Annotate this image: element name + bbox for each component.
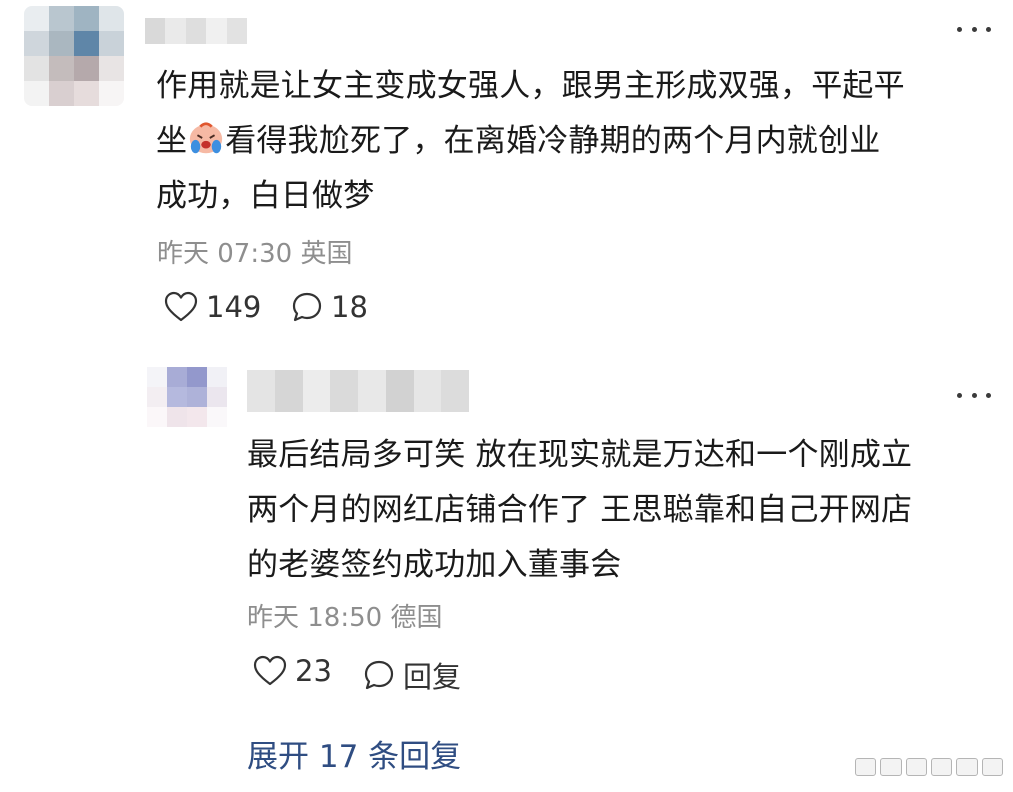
crying-face-emoji [190, 122, 223, 154]
comment-line: 坐 看得我尬死了，在离婚冷静期的两个月内就创业 [156, 114, 905, 169]
watermark [855, 756, 1003, 778]
timestamp: 昨天 18:50 [247, 603, 383, 633]
reply-line: 的老婆签约成功加入董事会 [247, 547, 622, 583]
more-dots-icon[interactable] [957, 23, 991, 35]
ip-location: 德国 [390, 603, 443, 633]
comment-button[interactable]: 18 [291, 290, 368, 324]
like-count: 149 [206, 290, 262, 324]
reply-button[interactable]: 回复 [363, 654, 461, 696]
expand-replies-link[interactable]: 展开 17 条回复 [247, 731, 461, 776]
comment-text: 作用就是让女主变成女强人，跟男主形成双强，平起平 坐 看得我尬死了，在离婚冷静期… [156, 59, 905, 224]
reply-line: 两个月的网红店铺合作了 王思聪靠和自己开网店 [247, 492, 913, 528]
comment-line: 作用就是让女主变成女强人，跟男主形成双强，平起平 [156, 68, 905, 104]
reply-line: 最后结局多可笑 放在现实就是万达和一个刚成立 [247, 437, 913, 473]
reply-label: 回复 [403, 660, 462, 694]
ip-location: 英国 [300, 239, 353, 269]
heart-icon [164, 291, 198, 322]
username[interactable] [247, 370, 469, 412]
like-count: 23 [295, 654, 332, 688]
username[interactable] [145, 18, 248, 44]
comment-bubble-icon [364, 660, 394, 690]
comment-bubble-icon [292, 292, 322, 322]
comment-meta: 昨天 07:30 英国 [157, 233, 352, 270]
avatar[interactable] [24, 6, 124, 106]
like-button[interactable]: 23 [253, 654, 332, 688]
avatar[interactable] [147, 367, 227, 427]
reply-meta: 昨天 18:50 德国 [247, 597, 442, 634]
reply-text: 最后结局多可笑 放在现实就是万达和一个刚成立 两个月的网红店铺合作了 王思聪靠和… [247, 428, 912, 593]
more-dots-icon[interactable] [957, 389, 991, 401]
heart-icon [253, 655, 287, 686]
comment-count: 18 [331, 290, 368, 324]
like-button[interactable]: 149 [164, 290, 261, 324]
comment-line: 成功，白日做梦 [156, 178, 375, 214]
timestamp: 昨天 07:30 [157, 239, 293, 269]
